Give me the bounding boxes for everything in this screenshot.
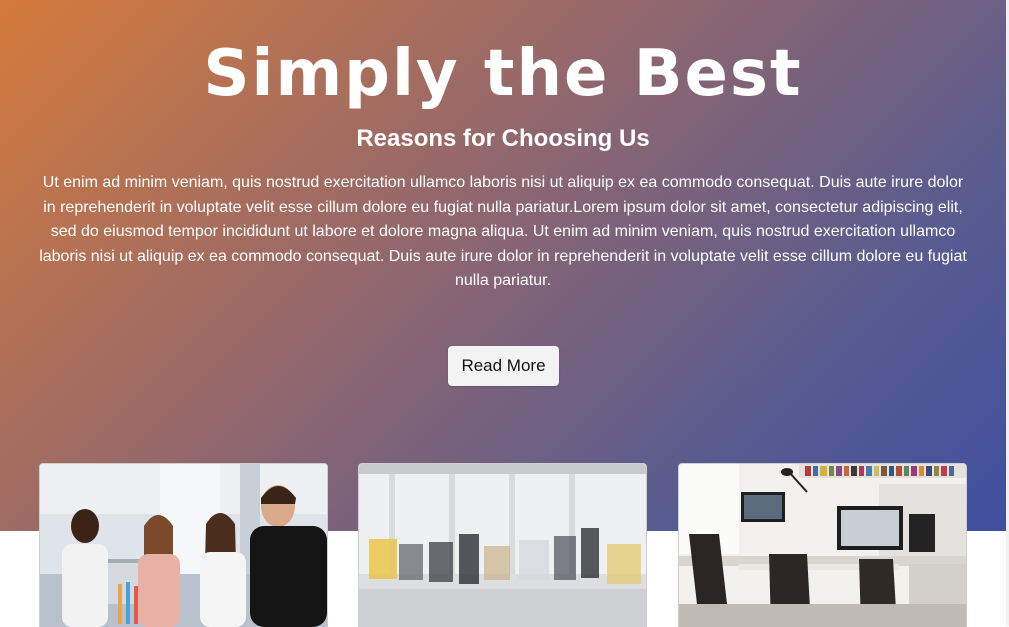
hero-description: Ut enim ad minim veniam, quis nostrud ex… xyxy=(39,174,967,289)
card-team-photo[interactable] xyxy=(39,463,328,627)
card-office-workspace[interactable] xyxy=(678,463,967,627)
hero-subtitle: Reasons for Choosing Us xyxy=(356,125,650,152)
card-office-meeting[interactable] xyxy=(358,463,647,627)
read-more-button[interactable]: Read More xyxy=(448,346,559,386)
office-meeting-image xyxy=(359,464,646,627)
team-photo-image xyxy=(40,464,327,627)
office-workspace-image xyxy=(679,464,966,627)
hero-title: Simply the Best xyxy=(203,37,803,111)
